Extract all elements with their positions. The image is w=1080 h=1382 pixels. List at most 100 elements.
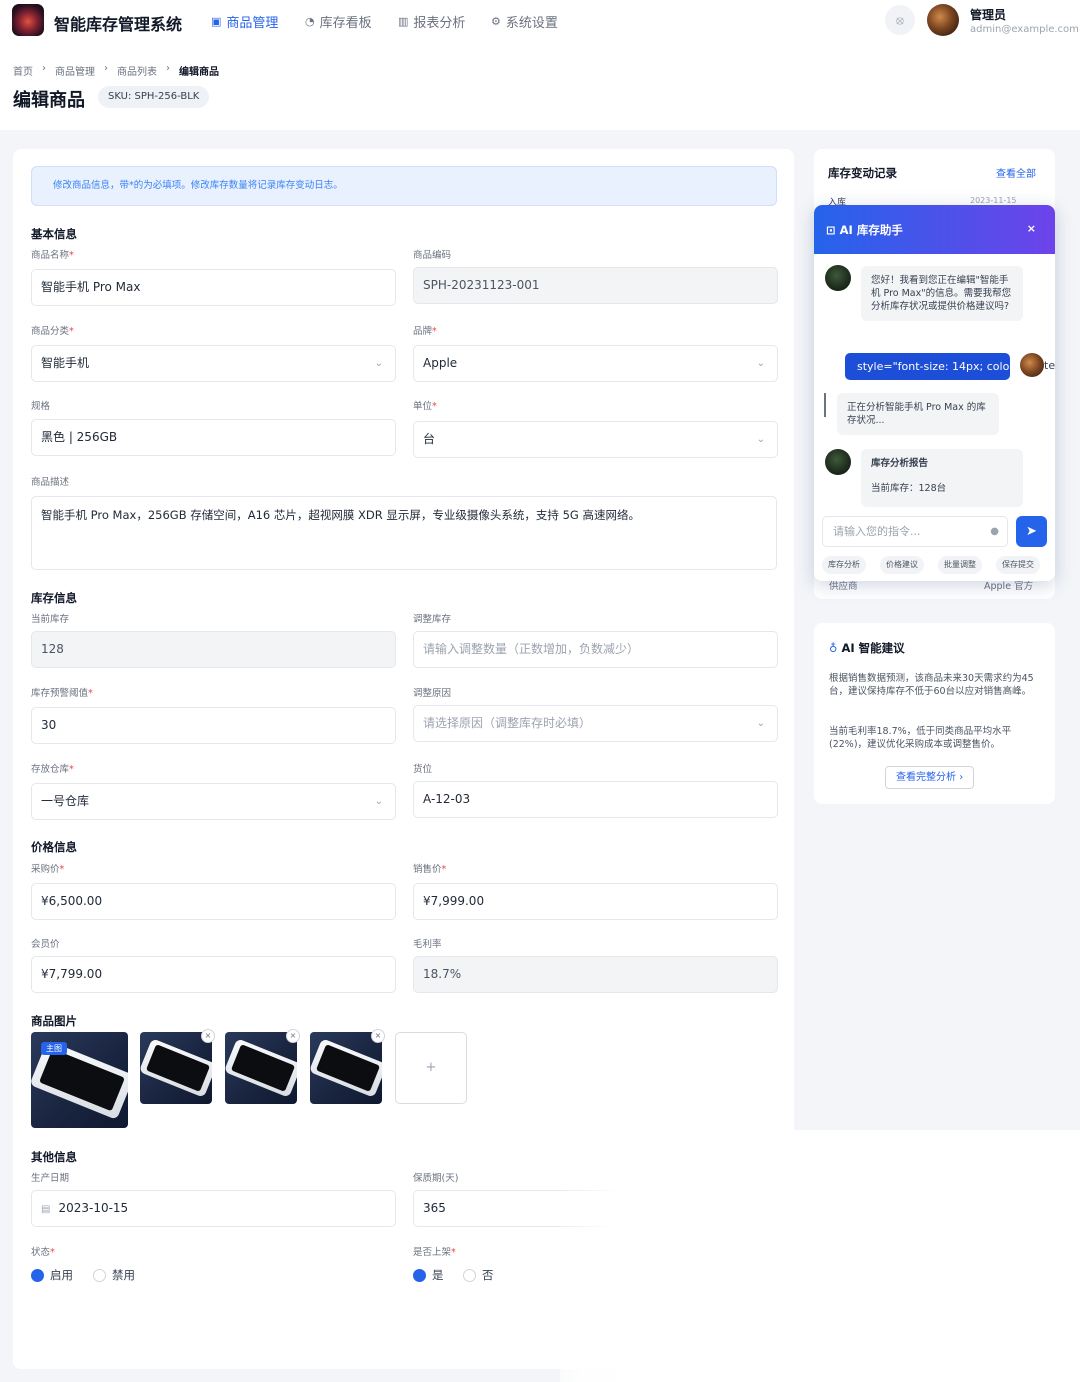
- status-label: 状态*: [31, 1247, 55, 1258]
- breadcrumb-product-management[interactable]: 商品管理: [55, 63, 95, 78]
- radio-checked-icon: [31, 1268, 44, 1282]
- member-price-input[interactable]: ¥7,799.00: [31, 956, 396, 993]
- category-select[interactable]: 智能手机 ⌄: [31, 345, 396, 382]
- remove-image-button[interactable]: ×: [286, 1029, 300, 1043]
- radio-checked-icon: [413, 1268, 426, 1282]
- section-stock-info: 库存信息: [31, 591, 77, 605]
- product-name-input[interactable]: 智能手机 Pro Max: [31, 269, 396, 306]
- spec-input[interactable]: 黑色 | 256GB: [31, 419, 396, 456]
- user-message-avatar: [1020, 353, 1044, 377]
- purchase-price-label: 采购价*: [31, 864, 65, 875]
- notification-button[interactable]: ⦻: [885, 5, 915, 35]
- code-label: 商品编码: [413, 250, 452, 261]
- category-label: 商品分类*: [31, 326, 74, 337]
- phone-image: [140, 1038, 212, 1098]
- breadcrumb-home[interactable]: 首页: [13, 63, 33, 78]
- breadcrumb-separator: ›: [104, 63, 108, 74]
- nav-label: 库存看板: [319, 16, 372, 31]
- mfg-date-label: 生产日期: [31, 1173, 70, 1184]
- send-button[interactable]: ➤: [1016, 516, 1047, 547]
- status-radio-disabled[interactable]: 禁用: [93, 1267, 135, 1283]
- box-icon: ▣: [211, 15, 222, 28]
- breadcrumb-product-list[interactable]: 商品列表: [117, 63, 157, 78]
- stock-log-title: 库存变动记录: [828, 166, 897, 180]
- suggestion-paragraph: 根据销售数据预测，该商品未来30天需求约为45台，建议保持库存不低于60台以应对…: [829, 673, 1034, 697]
- section-other-info: 其他信息: [31, 1150, 77, 1164]
- location-label: 货位: [413, 764, 433, 775]
- section-basic-info: 基本信息: [31, 227, 77, 241]
- remove-image-button[interactable]: ×: [371, 1029, 385, 1043]
- close-icon[interactable]: ×: [1027, 222, 1036, 235]
- chip-stock-analysis[interactable]: 库存分析: [822, 556, 866, 574]
- product-image[interactable]: [140, 1032, 212, 1104]
- assistant-report: 库存分析报告 当前库存：128台: [861, 449, 1023, 507]
- user-avatar[interactable]: [927, 4, 959, 36]
- assistant-analyzing: 正在分析智能手机 Pro Max 的库存状况...: [837, 393, 999, 435]
- section-price-info: 价格信息: [31, 840, 77, 854]
- warehouse-select[interactable]: 一号仓库 ⌄: [31, 783, 396, 820]
- nav-product-management[interactable]: ▣ 商品管理: [211, 12, 278, 31]
- brand-label: 品牌*: [413, 326, 437, 337]
- breadcrumb-separator: ›: [166, 63, 170, 74]
- assistant-greeting: 您好！我看到您正在编辑"智能手机 Pro Max"的信息。需要我帮您分析库存状况…: [861, 266, 1023, 321]
- microphone-icon[interactable]: ●: [990, 517, 999, 546]
- mfg-date-input[interactable]: ▤ 2023-10-15: [31, 1190, 396, 1227]
- member-price-label: 会员价: [31, 939, 60, 950]
- report-title: 库存分析报告: [871, 458, 929, 469]
- unit-select[interactable]: 台 ⌄: [413, 421, 778, 458]
- assistant-avatar: [825, 449, 851, 475]
- purchase-price-input[interactable]: ¥6,500.00: [31, 883, 396, 920]
- assistant-avatar: [825, 265, 851, 291]
- chevron-down-icon: ⌄: [374, 796, 383, 807]
- product-image[interactable]: [225, 1032, 297, 1104]
- view-full-analysis-button[interactable]: 查看完整分析 ›: [885, 766, 975, 789]
- unit-label: 单位*: [413, 401, 437, 412]
- adjust-reason-label: 调整原因: [413, 688, 452, 699]
- location-input[interactable]: A-12-03: [413, 781, 778, 818]
- nav-inventory-dashboard[interactable]: ◔ 库存看板: [305, 12, 372, 31]
- sale-price-input[interactable]: ¥7,999.00: [413, 883, 778, 920]
- chip-batch-adjust[interactable]: 批量调整: [938, 556, 982, 574]
- assistant-input[interactable]: 请输入您的指令... ●: [822, 516, 1008, 547]
- margin-input: 18.7%: [413, 956, 778, 993]
- remove-image-button[interactable]: ×: [201, 1029, 215, 1043]
- alert-threshold-label: 库存预警阈值*: [31, 688, 93, 699]
- nav-label: 商品管理: [226, 16, 279, 31]
- radio-unchecked-icon: [93, 1268, 106, 1282]
- typing-indicator: [824, 393, 826, 417]
- breadcrumb-separator: ›: [42, 63, 46, 74]
- margin-label: 毛利率: [413, 939, 442, 950]
- nav-report-analysis[interactable]: ▥ 报表分析: [398, 12, 465, 31]
- current-stock-label: 当前库存: [31, 614, 70, 625]
- add-image-button[interactable]: +: [395, 1032, 467, 1104]
- alert-threshold-input[interactable]: 30: [31, 707, 396, 744]
- current-stock-input: 128: [31, 631, 396, 668]
- chip-price-suggestion[interactable]: 价格建议: [880, 556, 924, 574]
- adjust-reason-select[interactable]: 请选择原因（调整库存时必填） ⌄: [413, 705, 778, 742]
- main-image-badge: 主图: [41, 1042, 67, 1055]
- adjust-stock-label: 调整库存: [413, 614, 452, 625]
- listed-radio-no[interactable]: 否: [463, 1267, 494, 1283]
- listed-radio-yes[interactable]: 是: [413, 1267, 444, 1283]
- fade-overlay: [560, 1130, 1080, 1382]
- adjust-stock-input[interactable]: 请输入调整数量（正数增加，负数减少）: [413, 631, 778, 668]
- chevron-down-icon: ⌄: [374, 358, 383, 369]
- bar-chart-icon: ▥: [398, 15, 409, 28]
- view-all-link[interactable]: 查看全部: [996, 165, 1036, 180]
- breadcrumb: 首页 › 商品管理 › 商品列表 › 编辑商品: [13, 63, 219, 78]
- listed-label: 是否上架*: [413, 1247, 456, 1258]
- robot-icon: ⊡: [826, 223, 840, 237]
- stock-log-date: 2023-11-15: [970, 196, 1017, 205]
- sku-badge: SKU: SPH-256-BLK: [98, 86, 210, 108]
- desc-label: 商品描述: [31, 477, 70, 488]
- nav-system-settings[interactable]: ⚙ 系统设置: [491, 12, 558, 31]
- product-image[interactable]: [310, 1032, 382, 1104]
- app-logo: [12, 4, 44, 36]
- chip-save-submit[interactable]: 保存提交: [996, 556, 1040, 574]
- page-title: 编辑商品: [13, 90, 85, 111]
- status-radio-enabled[interactable]: 启用: [31, 1267, 73, 1283]
- section-product-images: 商品图片: [31, 1014, 77, 1028]
- brand-select[interactable]: Apple ⌄: [413, 345, 778, 382]
- user-message-overflow: te;: [1044, 359, 1055, 372]
- description-textarea[interactable]: 智能手机 Pro Max，256GB 存储空间，A16 芯片，超视网膜 XDR …: [31, 496, 777, 570]
